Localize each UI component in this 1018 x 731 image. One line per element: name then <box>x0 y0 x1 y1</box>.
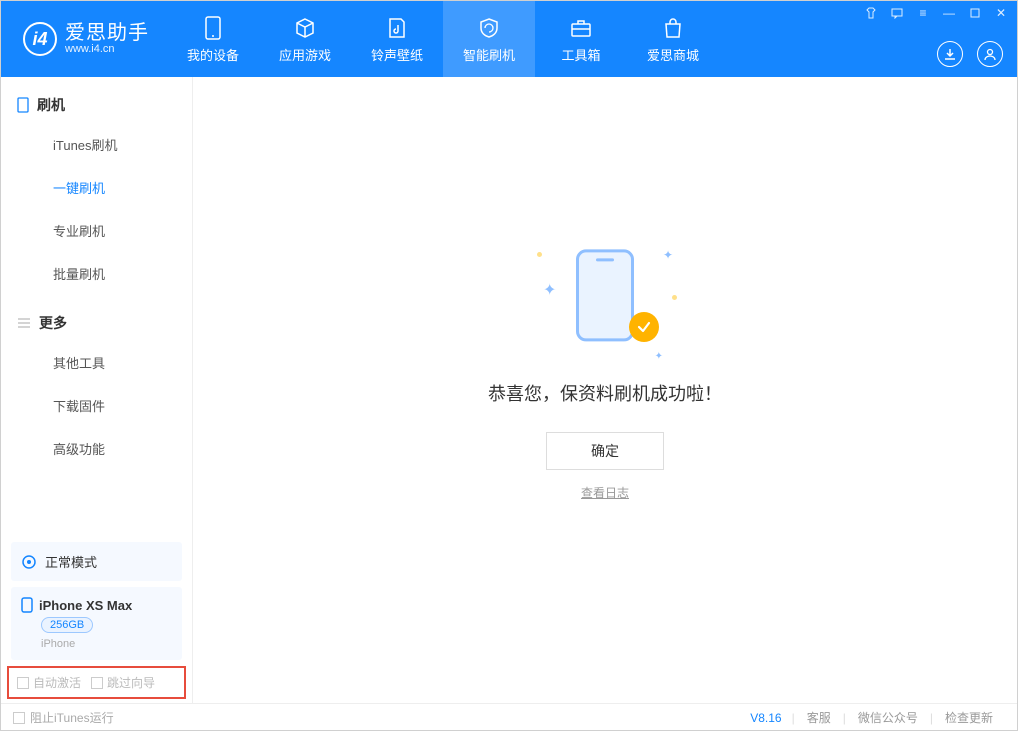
device-capacity: 256GB <box>41 617 93 633</box>
app-header: i4 爱思助手 www.i4.cn 我的设备 应用游戏 铃声壁纸 智能刷机 工具… <box>1 1 1017 77</box>
auto-activate-checkbox[interactable]: 自动激活 <box>17 674 81 691</box>
sidebar-list-flash: iTunes刷机 一键刷机 专业刷机 批量刷机 <box>1 123 192 295</box>
wechat-link[interactable]: 微信公众号 <box>846 709 930 726</box>
check-update-link[interactable]: 检查更新 <box>933 709 1005 726</box>
cube-icon <box>294 15 316 41</box>
nav-my-device[interactable]: 我的设备 <box>167 1 259 77</box>
sidebar-heading-more: 更多 <box>1 313 192 341</box>
logo-icon: i4 <box>23 22 57 56</box>
checkbox-label: 阻止iTunes运行 <box>30 709 114 726</box>
sidebar: 刷机 iTunes刷机 一键刷机 专业刷机 批量刷机 更多 其他工具 下载固件 … <box>1 77 193 703</box>
checkbox-box <box>13 712 25 724</box>
dot-icon <box>672 295 677 300</box>
sparkle-icon: ✦ <box>663 248 673 262</box>
shirt-icon[interactable] <box>863 5 879 21</box>
logo-title: 爱思助手 <box>65 23 149 44</box>
maximize-icon[interactable] <box>967 5 983 21</box>
dot-icon <box>537 252 542 257</box>
sidebar-list-more: 其他工具 下载固件 高级功能 <box>1 341 192 470</box>
status-bar: 阻止iTunes运行 V8.16 | 客服 | 微信公众号 | 检查更新 <box>1 703 1017 731</box>
list-icon <box>17 317 31 329</box>
nav-toolbox[interactable]: 工具箱 <box>535 1 627 77</box>
checkbox-label: 跳过向导 <box>107 674 155 691</box>
phone-outline-icon <box>576 249 634 341</box>
toolbox-icon <box>570 15 592 41</box>
mode-box[interactable]: 正常模式 <box>11 542 182 581</box>
device-name: iPhone XS Max <box>39 598 132 613</box>
success-message: 恭喜您，保资料刷机成功啦！ <box>488 380 722 406</box>
mode-label: 正常模式 <box>45 552 97 571</box>
main-nav: 我的设备 应用游戏 铃声壁纸 智能刷机 工具箱 爱思商城 <box>167 1 719 77</box>
minimize-icon[interactable]: — <box>941 5 957 21</box>
sidebar-heading-label: 更多 <box>39 313 67 333</box>
app-body: 刷机 iTunes刷机 一键刷机 专业刷机 批量刷机 更多 其他工具 下载固件 … <box>1 77 1017 703</box>
nav-store[interactable]: 爱思商城 <box>627 1 719 77</box>
sidebar-device-area: 正常模式 iPhone XS Max 256GB iPhone 自动激活 跳过向… <box>1 536 192 703</box>
nav-smart-flash[interactable]: 智能刷机 <box>443 1 535 77</box>
device-type: iPhone <box>41 638 75 650</box>
close-icon[interactable]: ✕ <box>993 5 1009 21</box>
checkbox-box <box>17 677 29 689</box>
device-name-row: iPhone XS Max <box>21 597 172 613</box>
sidebar-group-more: 更多 其他工具 下载固件 高级功能 <box>1 295 192 470</box>
sidebar-item-batch-flash[interactable]: 批量刷机 <box>1 252 192 295</box>
sidebar-item-advanced[interactable]: 高级功能 <box>1 427 192 470</box>
feedback-icon[interactable] <box>889 5 905 21</box>
bag-icon <box>663 15 683 41</box>
check-badge-icon <box>629 312 659 342</box>
device-phone-icon <box>21 597 33 613</box>
nav-label: 爱思商城 <box>647 45 699 64</box>
sidebar-heading-label: 刷机 <box>37 95 65 115</box>
mode-icon <box>21 554 37 570</box>
customer-service-link[interactable]: 客服 <box>795 709 843 726</box>
success-illustration: ✦ ✦ ✦ <box>525 240 685 360</box>
logo-subtitle: www.i4.cn <box>65 44 149 56</box>
sidebar-item-other-tools[interactable]: 其他工具 <box>1 341 192 384</box>
window-controls: ≡ — ✕ <box>863 5 1009 21</box>
sparkle-icon: ✦ <box>655 351 663 362</box>
view-log-link[interactable]: 查看日志 <box>581 484 629 501</box>
nav-label: 工具箱 <box>561 45 600 64</box>
nav-apps-games[interactable]: 应用游戏 <box>259 1 351 77</box>
checkbox-label: 自动激活 <box>33 674 81 691</box>
sidebar-group-flash: 刷机 iTunes刷机 一键刷机 专业刷机 批量刷机 <box>1 77 192 295</box>
device-box[interactable]: iPhone XS Max 256GB iPhone <box>11 587 182 660</box>
sidebar-item-onekey-flash[interactable]: 一键刷机 <box>1 166 192 209</box>
device-icon <box>205 15 221 41</box>
download-icon[interactable] <box>937 41 963 67</box>
flash-options-highlight: 自动激活 跳过向导 <box>7 666 186 699</box>
user-icon[interactable] <box>977 41 1003 67</box>
menu-icon[interactable]: ≡ <box>915 5 931 21</box>
nav-label: 智能刷机 <box>463 45 515 64</box>
checkbox-box <box>91 677 103 689</box>
version-label: V8.16 <box>750 711 791 725</box>
nav-label: 铃声壁纸 <box>371 45 423 64</box>
skip-wizard-checkbox[interactable]: 跳过向导 <box>91 674 155 691</box>
header-action-icons <box>937 41 1003 67</box>
phone-icon <box>17 97 29 113</box>
sidebar-item-itunes-flash[interactable]: iTunes刷机 <box>1 123 192 166</box>
nav-ringtone-wallpaper[interactable]: 铃声壁纸 <box>351 1 443 77</box>
sidebar-item-download-fw[interactable]: 下载固件 <box>1 384 192 427</box>
nav-label: 应用游戏 <box>279 45 331 64</box>
logo-text: 爱思助手 www.i4.cn <box>65 23 149 56</box>
music-file-icon <box>387 15 407 41</box>
ok-button[interactable]: 确定 <box>546 432 664 470</box>
sidebar-item-pro-flash[interactable]: 专业刷机 <box>1 209 192 252</box>
block-itunes-checkbox[interactable]: 阻止iTunes运行 <box>13 709 114 726</box>
logo: i4 爱思助手 www.i4.cn <box>1 22 167 56</box>
sidebar-heading-flash: 刷机 <box>1 95 192 123</box>
sparkle-icon: ✦ <box>543 280 556 300</box>
nav-label: 我的设备 <box>187 45 239 64</box>
main-content: ✦ ✦ ✦ 恭喜您，保资料刷机成功啦！ 确定 查看日志 <box>193 77 1017 703</box>
refresh-shield-icon <box>478 15 500 41</box>
